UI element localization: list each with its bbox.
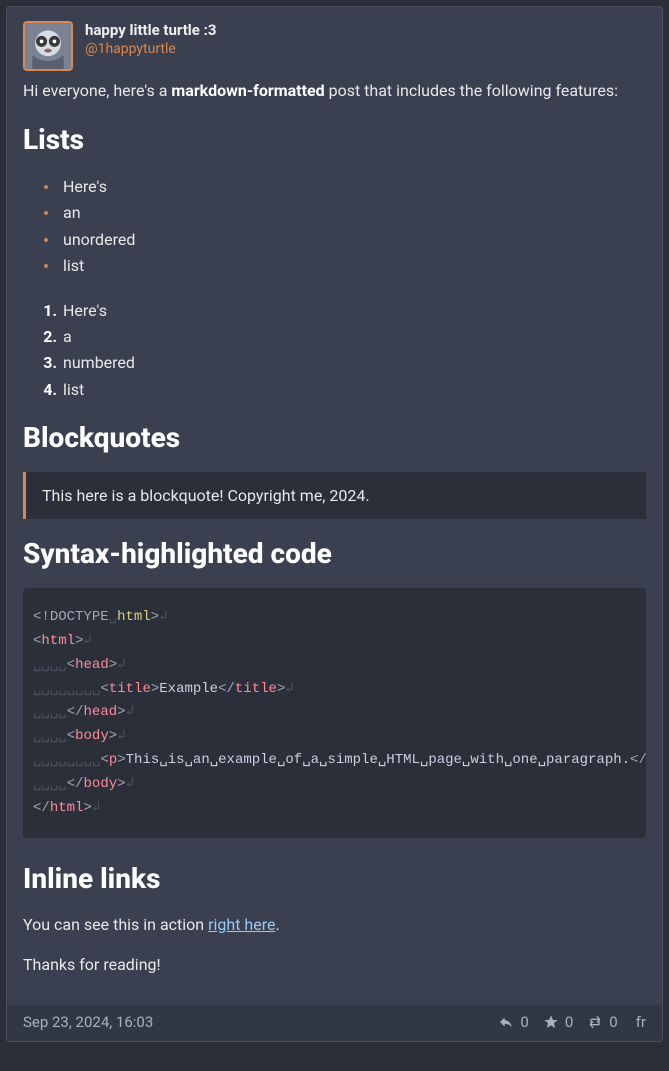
links-suffix: . (275, 915, 279, 934)
display-name[interactable]: happy little turtle :3 (85, 21, 216, 39)
reply-button[interactable]: 0 (498, 1013, 528, 1031)
user-info: happy little turtle :3 @1happyturtle (85, 21, 216, 57)
boost-button[interactable]: 0 (587, 1013, 617, 1031)
list-item: Here's (43, 174, 646, 200)
list-item: list (61, 377, 646, 403)
links-prefix: You can see this in action (23, 915, 208, 934)
list-item: list (43, 253, 646, 279)
favorite-count: 0 (565, 1013, 573, 1031)
intro-bold: markdown-formatted (171, 81, 324, 100)
star-icon (543, 1014, 559, 1030)
post-footer: Sep 23, 2024, 16:03 0 0 0 fr (7, 1005, 662, 1041)
blockquote: This here is a blockquote! Copyright me,… (23, 472, 646, 519)
intro-suffix: post that includes the following feature… (325, 81, 618, 100)
inline-link[interactable]: right here (208, 915, 275, 934)
boost-icon (587, 1014, 603, 1030)
heading-lists: Lists (23, 123, 646, 156)
heading-blockquotes: Blockquotes (23, 421, 646, 454)
boost-count: 0 (609, 1013, 617, 1031)
post-content: Hi everyone, here's a markdown-formatted… (7, 79, 662, 1005)
reply-icon (498, 1014, 514, 1030)
favorite-button[interactable]: 0 (543, 1013, 573, 1031)
avatar-image (25, 23, 71, 69)
code-block: <!DOCTYPE␣html>↲ <html>↲ ␣␣␣␣<head>↲ ␣␣␣… (23, 588, 646, 838)
heading-links: Inline links (23, 862, 646, 895)
timestamp[interactable]: Sep 23, 2024, 16:03 (23, 1013, 153, 1031)
list-item: an (43, 200, 646, 226)
language-badge: fr (636, 1013, 646, 1031)
heading-code: Syntax-highlighted code (23, 537, 646, 570)
list-item: Here's (61, 298, 646, 324)
links-paragraph: You can see this in action right here. (23, 913, 646, 937)
thanks-text: Thanks for reading! (23, 953, 646, 977)
intro-prefix: Hi everyone, here's a (23, 81, 171, 100)
post-card: happy little turtle :3 @1happyturtle Hi … (6, 6, 663, 1042)
unordered-list: Here's an unordered list (23, 174, 646, 280)
list-item: unordered (43, 227, 646, 253)
reply-count: 0 (520, 1013, 528, 1031)
list-item: numbered (61, 350, 646, 376)
user-handle[interactable]: @1happyturtle (85, 41, 216, 57)
avatar[interactable] (23, 21, 73, 71)
post-header: happy little turtle :3 @1happyturtle (7, 7, 662, 79)
list-item: a (61, 324, 646, 350)
intro-text: Hi everyone, here's a markdown-formatted… (23, 79, 646, 103)
ordered-list: Here's a numbered list (23, 298, 646, 404)
